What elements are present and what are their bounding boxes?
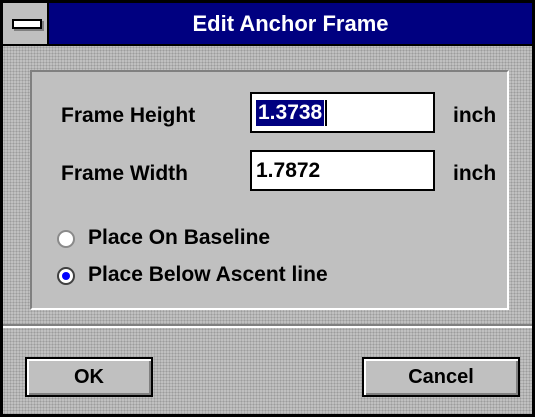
frame-height-label: Frame Height (61, 104, 196, 127)
frame-width-input[interactable]: 1.7872 (250, 150, 435, 191)
text-caret (325, 100, 328, 127)
dialog-body: Frame Height 1.3738 inch Frame Width 1.7… (3, 46, 532, 414)
button-separator (3, 324, 532, 328)
dialog-title: Edit Anchor Frame (192, 11, 389, 36)
cancel-button[interactable]: Cancel (362, 357, 520, 397)
frame-width-label: Frame Width (61, 162, 188, 185)
place-on-baseline-radio[interactable] (57, 230, 75, 248)
place-on-baseline-label[interactable]: Place On Baseline (88, 226, 270, 250)
frame-settings-group: Frame Height 1.3738 inch Frame Width 1.7… (30, 70, 509, 310)
title-bar: Edit Anchor Frame (3, 3, 532, 46)
frame-height-value: 1.3738 (256, 100, 325, 126)
ok-button[interactable]: OK (25, 357, 153, 397)
frame-height-unit: inch (453, 104, 497, 127)
frame-width-unit: inch (453, 162, 497, 185)
dialog-window: Edit Anchor Frame Frame Height 1.3738 in… (0, 0, 535, 417)
system-menu-icon (12, 19, 42, 29)
frame-height-input[interactable]: 1.3738 (250, 92, 435, 133)
place-below-ascent-radio[interactable] (57, 267, 75, 285)
system-menu-button[interactable] (3, 3, 49, 44)
place-below-ascent-label[interactable]: Place Below Ascent line (88, 263, 328, 287)
